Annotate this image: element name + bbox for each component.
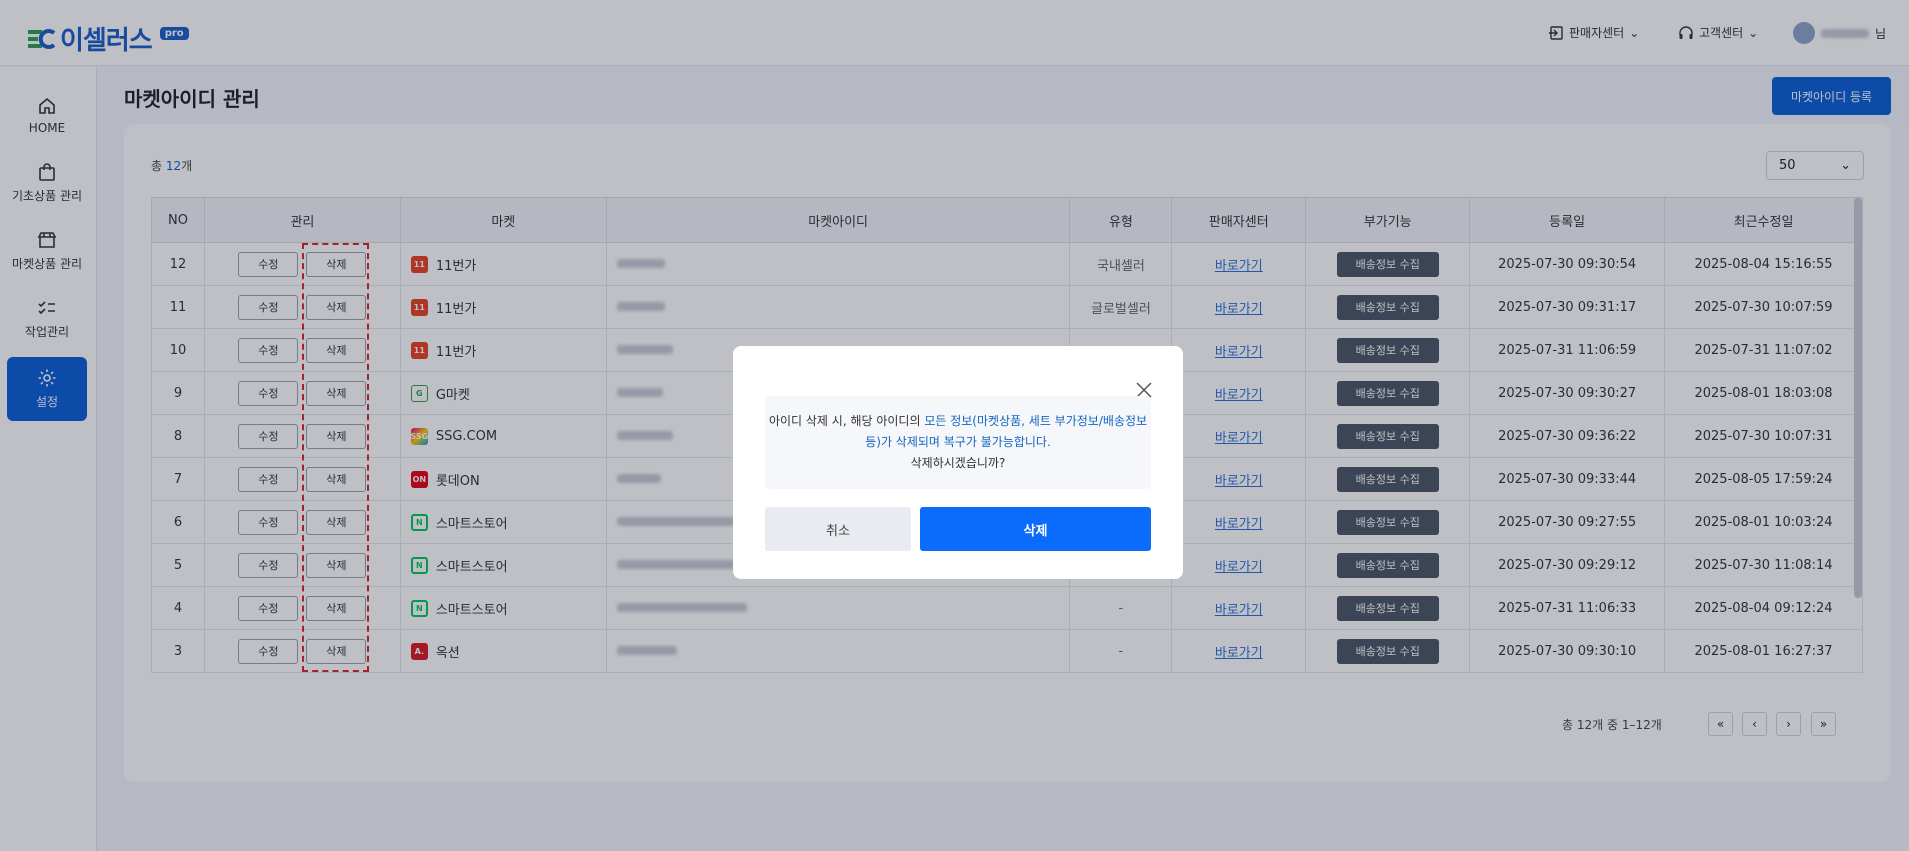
cancel-button[interactable]: 취소	[765, 507, 911, 551]
modal-message-text: 아이디 삭제 시, 해당 아이디의	[768, 414, 925, 428]
modal-message: 아이디 삭제 시, 해당 아이디의 모든 정보(마켓상품, 세트 부가정보/배송…	[765, 396, 1151, 489]
modal-question: 삭제하시겠습니까?	[910, 456, 1006, 470]
confirm-delete-button[interactable]: 삭제	[920, 507, 1151, 551]
